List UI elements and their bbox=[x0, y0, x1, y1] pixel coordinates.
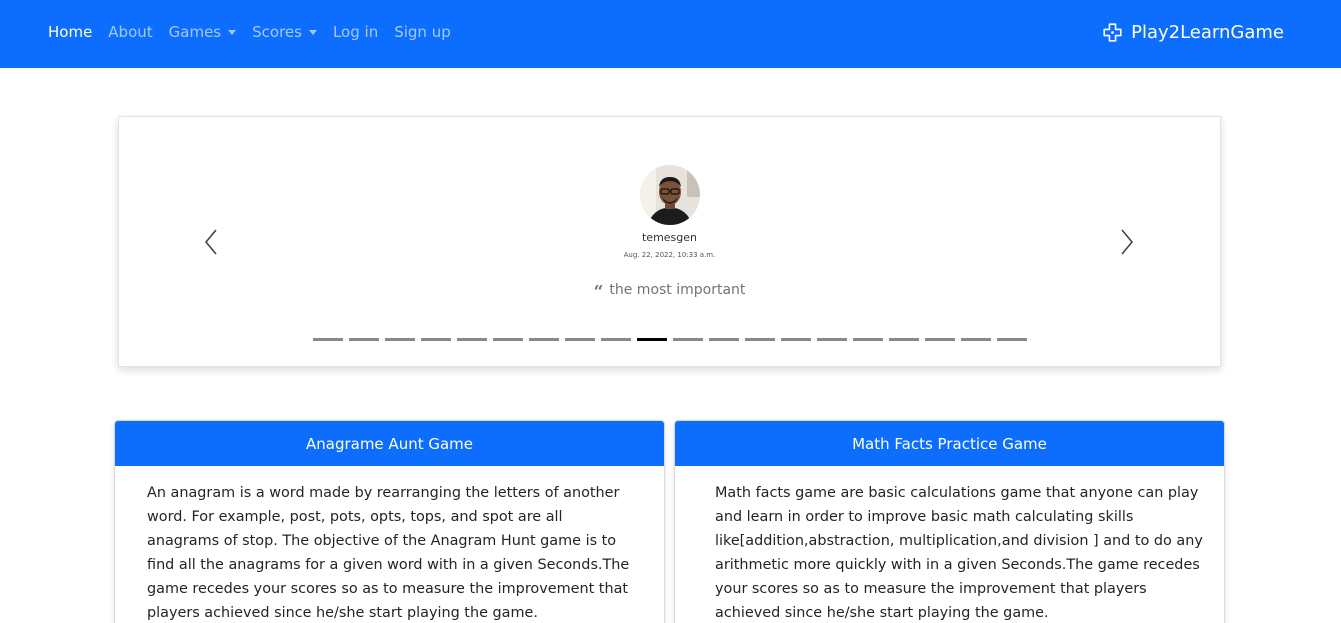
review-username: temesgen bbox=[641, 231, 698, 244]
carousel-indicators bbox=[313, 338, 1033, 341]
nav-link-login[interactable]: Log in bbox=[333, 23, 378, 41]
nav-dropdown-games[interactable]: Games bbox=[168, 23, 237, 41]
nav-link-label: Home bbox=[48, 23, 93, 41]
game-card-math-facts: Math Facts Practice Game Math facts game… bbox=[674, 420, 1225, 623]
carousel-indicator[interactable] bbox=[385, 338, 415, 341]
carousel-indicator[interactable] bbox=[673, 338, 703, 341]
carousel-indicator[interactable] bbox=[493, 338, 523, 341]
nav-link-about[interactable]: About bbox=[108, 23, 152, 41]
avatar bbox=[640, 165, 700, 225]
carousel-indicator[interactable] bbox=[349, 338, 379, 341]
nav-link-label: Log in bbox=[332, 23, 379, 41]
quote-left-icon: “ bbox=[593, 282, 604, 302]
carousel-indicator[interactable] bbox=[637, 338, 667, 341]
carousel-indicator[interactable] bbox=[421, 338, 451, 341]
nav-link-label: About bbox=[108, 23, 153, 41]
carousel-indicator[interactable] bbox=[529, 338, 559, 341]
nav-link-label: Scores bbox=[252, 23, 302, 41]
caret-down-icon bbox=[308, 30, 317, 35]
reviews-carousel: temesgen Aug. 22, 2022, 10:33 a.m. “ the … bbox=[118, 116, 1221, 367]
game-card-title[interactable]: Math Facts Practice Game bbox=[675, 421, 1224, 466]
nav-link-label: Sign up bbox=[394, 23, 451, 41]
navbar: Home About Games Scores Log in Sign up P… bbox=[0, 0, 1341, 68]
carousel-indicator[interactable] bbox=[601, 338, 631, 341]
game-card-title[interactable]: Anagrame Aunt Game bbox=[115, 421, 664, 466]
carousel-indicator[interactable] bbox=[853, 338, 883, 341]
carousel-indicator[interactable] bbox=[457, 338, 487, 341]
game-card-description: Math facts game are basic calculations g… bbox=[715, 485, 1203, 621]
brand-link[interactable]: Play2LearnGame bbox=[1102, 0, 1284, 64]
review-quote-text: the most important bbox=[609, 282, 746, 298]
carousel-indicator[interactable] bbox=[745, 338, 775, 341]
carousel-next-button[interactable] bbox=[1116, 227, 1136, 257]
carousel-indicator[interactable] bbox=[709, 338, 739, 341]
brand-name: Play2LearnGame bbox=[1131, 21, 1284, 43]
carousel-indicator[interactable] bbox=[961, 338, 991, 341]
caret-down-icon bbox=[228, 30, 237, 35]
carousel-indicator[interactable] bbox=[313, 338, 343, 341]
carousel-indicator[interactable] bbox=[925, 338, 955, 341]
game-card-description: An anagram is a word made by rearranging… bbox=[147, 485, 630, 621]
review-quote: “ the most important bbox=[119, 282, 1220, 302]
gamepad-cross-icon bbox=[1103, 22, 1122, 42]
nav-link-label: Games bbox=[168, 23, 222, 41]
carousel-indicator[interactable] bbox=[889, 338, 919, 341]
carousel-indicator[interactable] bbox=[565, 338, 595, 341]
carousel-indicator[interactable] bbox=[781, 338, 811, 341]
carousel-prev-button[interactable] bbox=[202, 227, 222, 257]
nav-links: Home About Games Scores Log in Sign up bbox=[48, 0, 467, 64]
carousel-indicator[interactable] bbox=[817, 338, 847, 341]
nav-link-home[interactable]: Home bbox=[48, 23, 92, 41]
nav-dropdown-scores[interactable]: Scores bbox=[252, 23, 317, 41]
nav-link-signup[interactable]: Sign up bbox=[394, 23, 451, 41]
carousel-indicator[interactable] bbox=[997, 338, 1027, 341]
user-photo bbox=[640, 165, 700, 225]
review-date: Aug. 22, 2022, 10:33 a.m. bbox=[623, 251, 716, 259]
game-card-anagram: Anagrame Aunt Game An anagram is a word … bbox=[114, 420, 665, 623]
